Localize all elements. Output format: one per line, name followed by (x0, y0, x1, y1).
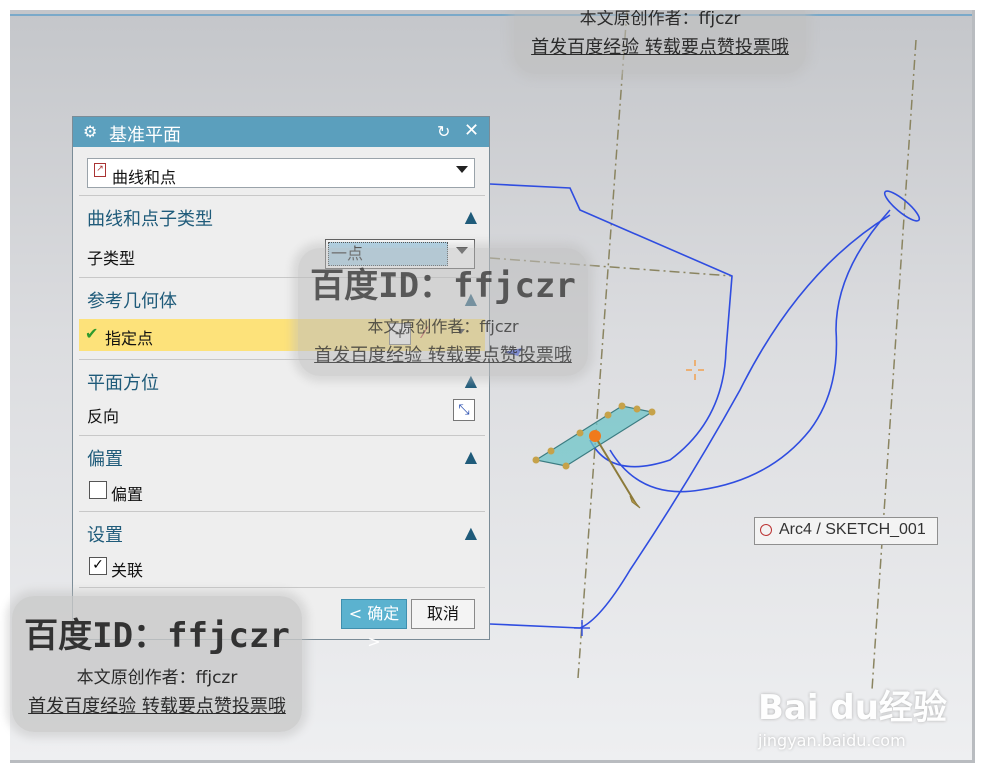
watermark-bottom: 百度ID：ffjczr 本文原创作者：ffjczr 首发百度经验 转载要点赞投票… (12, 596, 302, 732)
watermark-promo-text: 首发百度经验 转载要点赞投票哦 (28, 696, 286, 717)
cancel-button[interactable]: 取消 (411, 599, 475, 629)
offset-section: 偏置 ▲ 偏置 (79, 437, 485, 512)
checkmark-icon: ✔ (85, 324, 99, 343)
collapse-chevron-icon[interactable]: ▲ (465, 207, 477, 226)
watermark-top: 本文原创作者：ffjczr 首发百度经验 转载要点赞投票哦 (514, 10, 806, 74)
settings-section: 设置 ▲ ✓ 关联 (79, 513, 485, 588)
associative-checkbox-label: 关联 (111, 561, 144, 580)
subtype-section-header[interactable]: 曲线和点子类型 (87, 205, 213, 231)
ok-button[interactable]: < 确定 > (341, 599, 407, 651)
subtype-label: 子类型 (87, 249, 136, 268)
datum-axis-line-2 (871, 39, 917, 691)
reverse-label: 反向 (87, 407, 120, 426)
dialog-title: 基准平面 (109, 125, 181, 146)
baidu-brand-text: Bai du经验 (758, 688, 947, 728)
type-dropdown-value: 曲线和点 (112, 168, 177, 187)
offset-section-header[interactable]: 偏置 (87, 445, 123, 471)
collapse-chevron-icon[interactable]: ▲ (465, 523, 477, 542)
watermark-promo-text: 首发百度经验 转载要点赞投票哦 (314, 345, 572, 366)
dialog-title-bar: ⚙ 基准平面 ↻ ✕ (73, 117, 489, 147)
tooltip-text: Arc4 / SKETCH_001 (779, 521, 926, 538)
close-icon[interactable]: ✕ (464, 120, 479, 141)
reset-icon[interactable]: ↻ (437, 122, 450, 141)
baidu-jingyan-logo: Bai du经验 jingyan.baidu.com (758, 680, 978, 750)
point-crosshair-icon (686, 360, 704, 380)
arc-icon (760, 524, 772, 536)
watermark-id-text: 百度ID：ffjczr (310, 266, 576, 306)
reference-section-header[interactable]: 参考几何体 (87, 287, 177, 313)
specify-point-label: 指定点 (105, 329, 154, 348)
watermark-middle: 百度ID：ffjczr 本文原创作者：ffjczr 首发百度经验 转载要点赞投票… (298, 248, 588, 376)
datum-plane-dialog: ⚙ 基准平面 ↻ ✕ ↗ 曲线和点 曲线和点子类型 ▲ 子类型 一点 参考几何体… (72, 116, 490, 651)
chevron-down-icon (456, 166, 468, 173)
selection-tooltip: Arc4 / SKETCH_001 (754, 517, 938, 545)
watermark-author-text: 本文原创作者：ffjczr (579, 10, 741, 29)
sketch-curve-arc4 (609, 209, 891, 493)
gear-icon[interactable]: ⚙ (83, 122, 97, 141)
baidu-url-text: jingyan.baidu.com (758, 731, 906, 750)
offset-checkbox[interactable] (89, 481, 107, 499)
settings-section-header[interactable]: 设置 (87, 521, 123, 547)
collapse-chevron-icon[interactable]: ▲ (465, 447, 477, 466)
sketch-ellipse (883, 190, 921, 222)
watermark-promo-text: 首发百度经验 转载要点赞投票哦 (531, 37, 789, 58)
type-dropdown[interactable]: ↗ 曲线和点 (87, 158, 475, 188)
watermark-author-text: 本文原创作者：ffjczr (76, 668, 238, 688)
type-section: ↗ 曲线和点 (79, 149, 485, 196)
watermark-id-text: 百度ID：ffjczr (24, 616, 290, 656)
reverse-direction-icon[interactable]: ⤡ (453, 399, 475, 421)
watermark-author-text: 本文原创作者：ffjczr (367, 317, 519, 336)
associative-checkbox[interactable]: ✓ (89, 557, 107, 575)
curve-point-icon: ↗ (94, 163, 106, 177)
orientation-section-header[interactable]: 平面方位 (87, 369, 159, 395)
offset-checkbox-label: 偏置 (111, 485, 144, 504)
